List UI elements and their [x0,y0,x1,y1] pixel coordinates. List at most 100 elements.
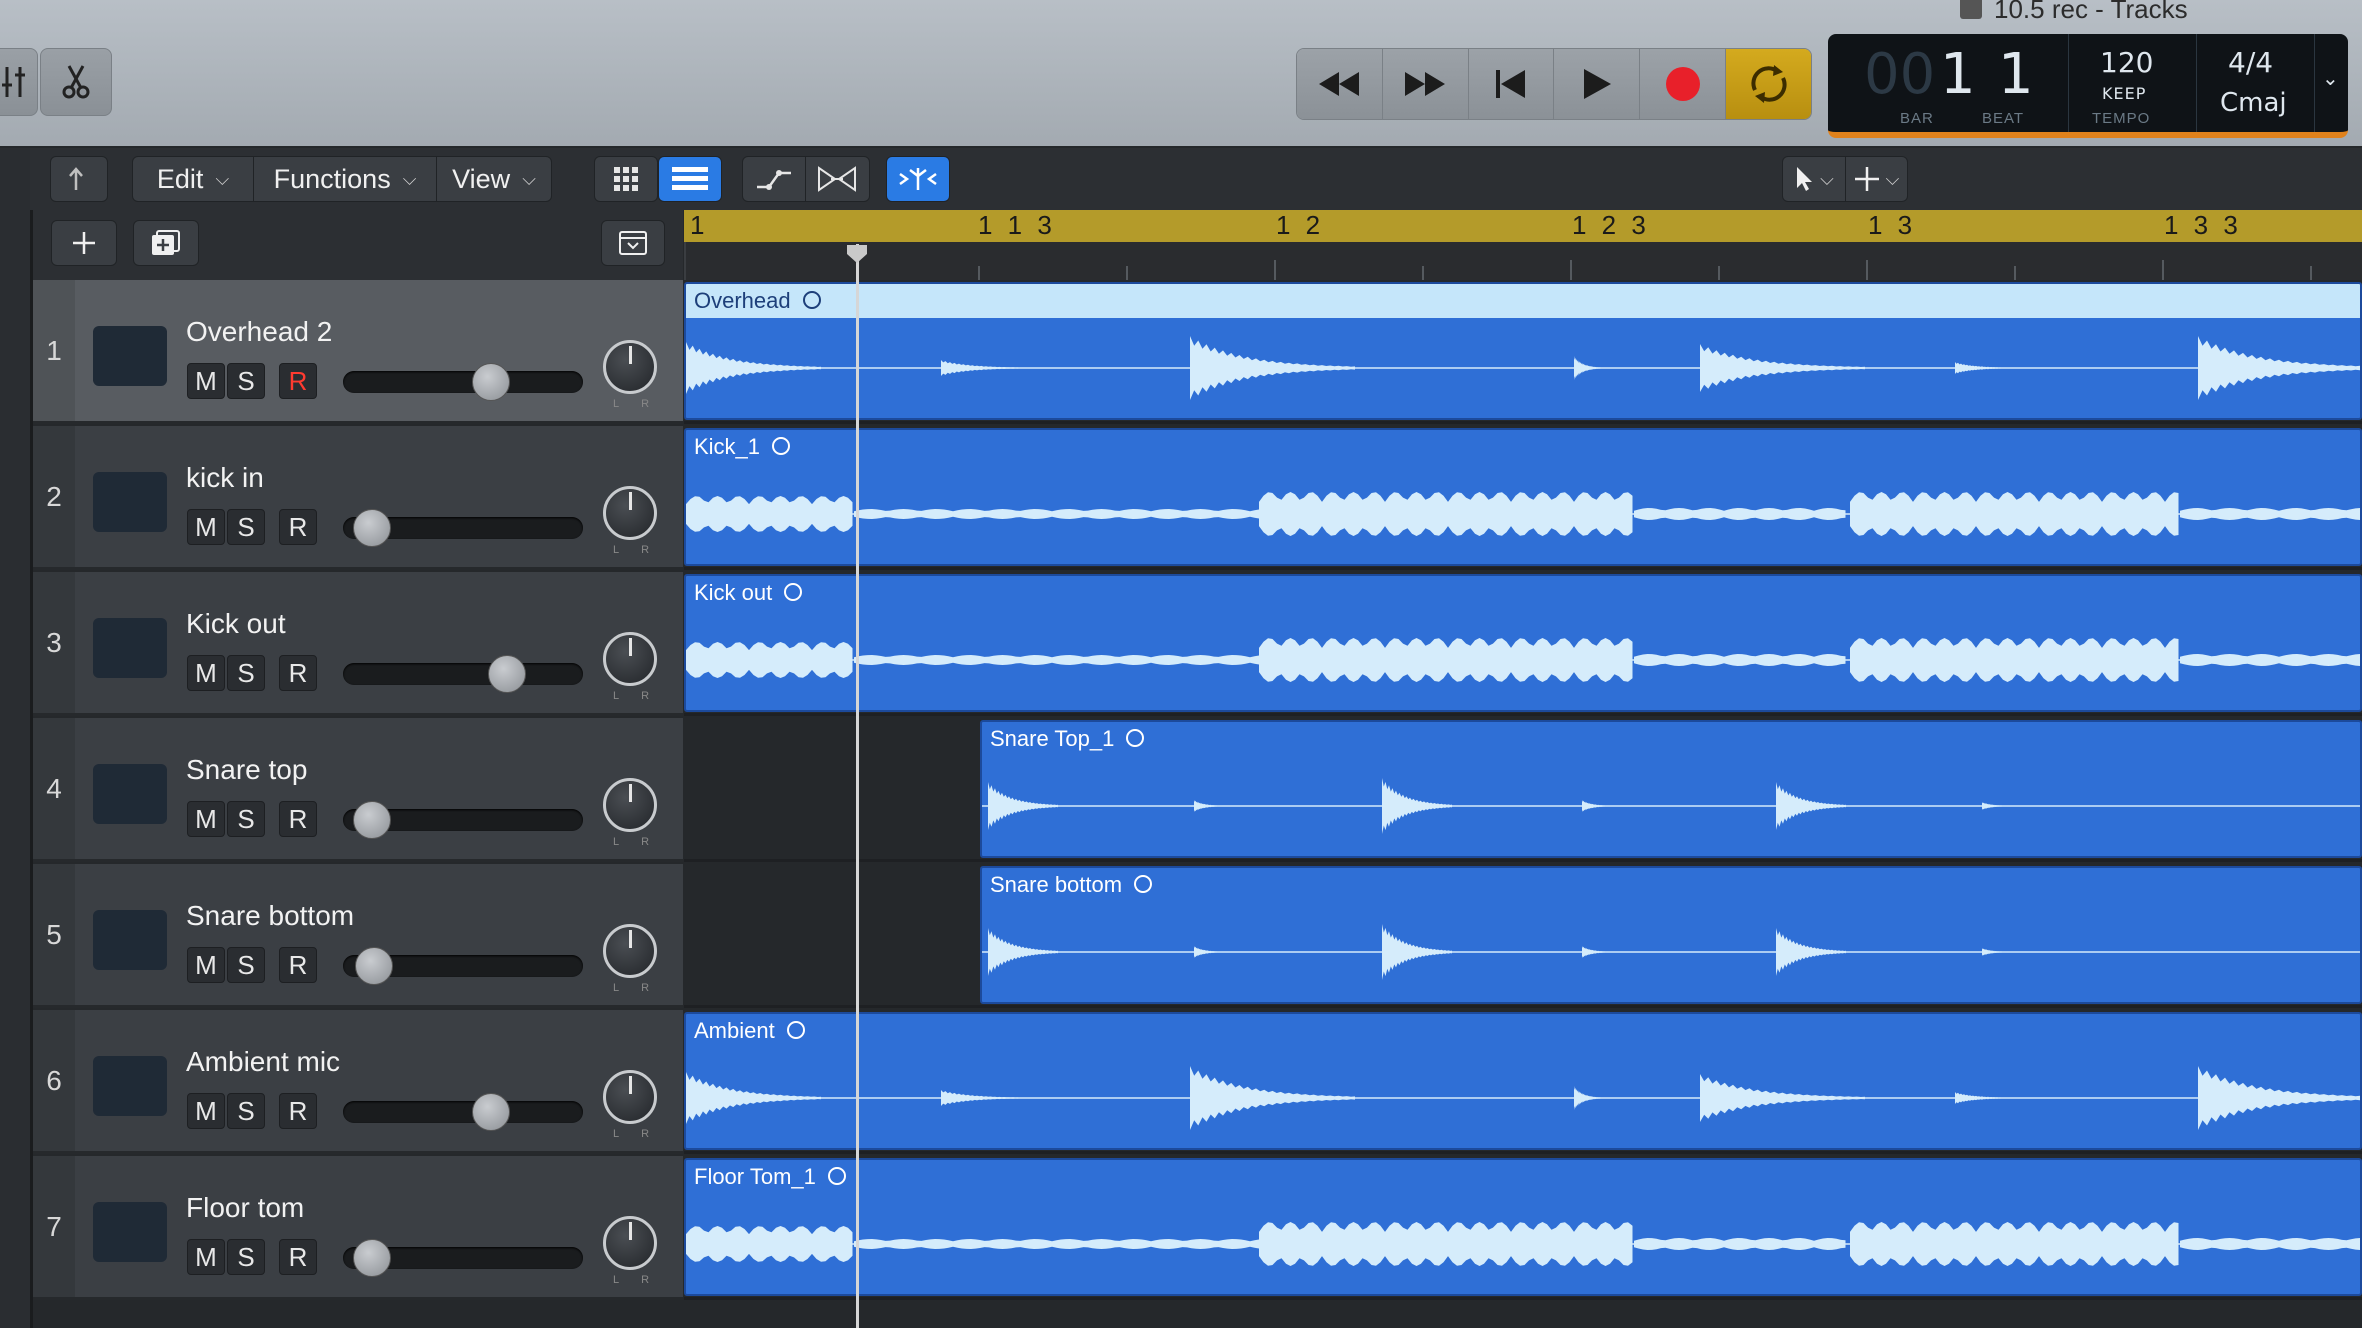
solo-button[interactable]: S [227,1239,265,1275]
track-name[interactable]: Kick out [186,608,286,640]
edit-menu[interactable]: Edit ⌵ [133,157,253,201]
track-name[interactable]: Ambient mic [186,1046,340,1078]
mute-button[interactable]: M [187,509,225,545]
pan-knob[interactable] [603,340,657,394]
global-tracks-button[interactable] [601,220,665,266]
lcd-display[interactable]: 00 1 BAR 1 BEAT 120 KEEP TEMPO 4/4 Cmaj … [1828,34,2348,138]
pan-knob[interactable] [603,632,657,686]
mixer-button[interactable] [0,48,38,116]
solo-button[interactable]: S [227,801,265,837]
grid-view-button[interactable] [594,156,658,202]
record-button[interactable] [1640,49,1727,119]
duplicate-track-button[interactable] [133,220,199,266]
track-lane[interactable]: Kick_1 [684,426,2362,570]
track-name[interactable]: Snare top [186,754,307,786]
track-header[interactable]: 1 Overhead 2 M S R LR [33,280,683,424]
fast-forward-button[interactable] [1382,49,1469,119]
pan-knob[interactable] [603,924,657,978]
track-header[interactable]: 3 Kick out M S R LR [33,572,683,716]
pan-knob[interactable] [603,1216,657,1270]
solo-button[interactable]: S [227,509,265,545]
record-enable-button[interactable]: R [279,1093,317,1129]
volume-fader[interactable] [343,947,583,985]
pan-knob[interactable] [603,778,657,832]
solo-button[interactable]: S [227,363,265,399]
cycle-button[interactable] [1726,49,1811,119]
audio-region[interactable]: Floor Tom_1 [684,1158,2362,1296]
track-header[interactable]: 6 Ambient mic M S R LR [33,1010,683,1154]
audio-region[interactable]: Ambient [684,1012,2362,1150]
pointer-tool-menu[interactable]: ⌵ [1783,157,1845,201]
playhead-handle-icon[interactable] [846,244,868,264]
audio-region[interactable]: Kick out [684,574,2362,712]
pan-lr-label: LR [613,1128,672,1140]
volume-fader[interactable] [343,1093,583,1131]
lcd-menu-chevron-icon[interactable]: ⌄ [2322,66,2339,90]
track-lane[interactable]: Snare bottom [684,864,2362,1008]
pan-knob[interactable] [603,1070,657,1124]
track-lane[interactable]: Floor Tom_1 [684,1156,2362,1300]
add-track-button[interactable] [51,220,117,266]
record-enable-button[interactable]: R [279,509,317,545]
playhead[interactable] [856,244,859,1328]
mute-button[interactable]: M [187,801,225,837]
mute-button[interactable]: M [187,655,225,691]
track-header[interactable]: 4 Snare top M S R LR [33,718,683,862]
mute-button[interactable]: M [187,1093,225,1129]
volume-fader[interactable] [343,509,583,547]
record-enable-button[interactable]: R [279,801,317,837]
mute-button[interactable]: M [187,363,225,399]
automation-button[interactable] [743,157,805,201]
track-lane[interactable]: Overhead [684,280,2362,424]
solo-button[interactable]: S [227,655,265,691]
track-header[interactable]: 2 kick in M S R LR [33,426,683,570]
crosshair-icon [1854,167,1879,191]
track-name[interactable]: kick in [186,462,264,494]
track-lane[interactable]: Kick out [684,572,2362,716]
volume-fader[interactable] [343,801,583,839]
track-header[interactable]: 7 Floor tom M S R LR [33,1156,683,1300]
solo-button[interactable]: S [227,947,265,983]
audio-region[interactable]: Snare bottom [980,866,2362,1004]
fader-knob[interactable] [472,363,510,401]
fader-knob[interactable] [353,509,391,547]
solo-button[interactable]: S [227,1093,265,1129]
flex-button[interactable] [806,157,868,201]
list-view-button[interactable] [658,156,722,202]
scissors-button[interactable] [40,48,112,116]
record-enable-button[interactable]: R [279,1239,317,1275]
secondary-tool-menu[interactable]: ⌵ [1846,157,1907,201]
record-enable-button[interactable]: R [279,947,317,983]
track-header[interactable]: 5 Snare bottom M S R LR [33,864,683,1008]
volume-fader[interactable] [343,1239,583,1277]
go-to-start-button[interactable] [1468,49,1555,119]
document-icon [1960,0,1982,20]
audio-region[interactable]: Overhead [684,282,2362,420]
play-button[interactable] [1554,49,1641,119]
view-menu[interactable]: View ⌵ [437,157,551,201]
bar-ruler[interactable]: 1 1 1 3 1 2 1 2 3 1 3 1 3 3 [684,210,2362,242]
record-enable-button[interactable]: R [279,655,317,691]
audio-region[interactable]: Snare Top_1 [980,720,2362,858]
pan-knob[interactable] [603,486,657,540]
mute-button[interactable]: M [187,1239,225,1275]
rewind-button[interactable] [1297,49,1383,119]
volume-fader[interactable] [343,655,583,693]
record-enable-button[interactable]: R [279,363,317,399]
fader-knob[interactable] [353,1239,391,1277]
mute-button[interactable]: M [187,947,225,983]
back-button[interactable] [50,156,108,202]
snap-button[interactable] [886,156,950,202]
track-name[interactable]: Snare bottom [186,900,354,932]
audio-region[interactable]: Kick_1 [684,428,2362,566]
fader-knob[interactable] [355,947,393,985]
functions-menu[interactable]: Functions ⌵ [254,157,436,201]
volume-fader[interactable] [343,363,583,401]
fader-knob[interactable] [488,655,526,693]
track-lane[interactable]: Ambient [684,1010,2362,1154]
track-name[interactable]: Overhead 2 [186,316,332,348]
track-lane[interactable]: Snare Top_1 [684,718,2362,862]
fader-knob[interactable] [353,801,391,839]
fader-knob[interactable] [472,1093,510,1131]
track-name[interactable]: Floor tom [186,1192,304,1224]
